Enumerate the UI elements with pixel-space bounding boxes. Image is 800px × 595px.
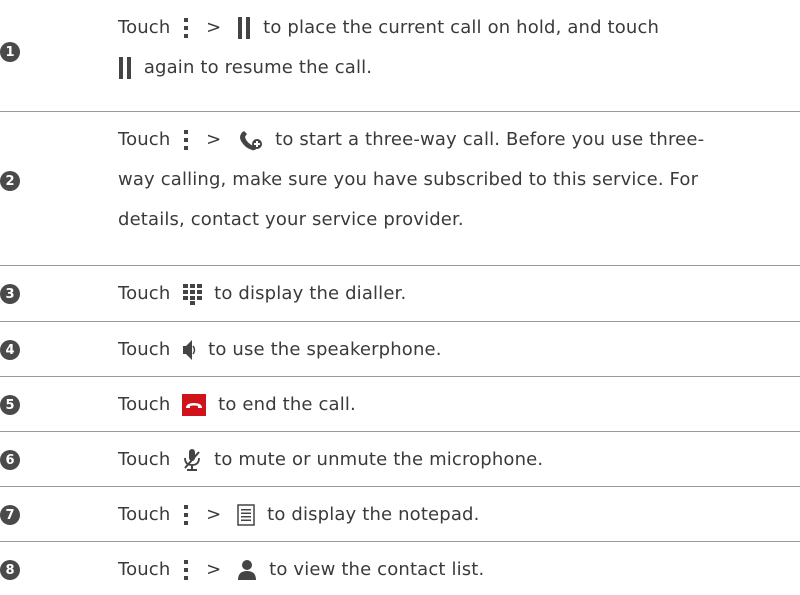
pause-hold-icon xyxy=(118,57,132,79)
row-text: Touch to mute or unmute the microphone. xyxy=(118,448,544,472)
row-text: Touch to display the dialler. xyxy=(118,283,407,305)
speaker-icon xyxy=(182,339,196,361)
dialpad-icon xyxy=(182,283,203,305)
row-number-badge: 7 xyxy=(0,505,20,525)
row-number-badge: 2 xyxy=(0,171,20,191)
table-row: 2 Touch > to start a three-way call. Bef… xyxy=(0,112,800,266)
row-text: Touch > to start a three-way call. Befor… xyxy=(118,128,705,230)
table-row: 3 Touch to display the dialler. xyxy=(0,266,800,322)
row-number-badge: 3 xyxy=(0,284,20,304)
add-call-icon xyxy=(237,128,263,152)
more-vertical-icon xyxy=(182,17,190,39)
contact-icon xyxy=(237,559,257,581)
row-text: Touch to use the speakerphone. xyxy=(118,339,442,361)
row-number-badge: 8 xyxy=(0,560,20,580)
table-row: 1 Touch > to place the current call on h… xyxy=(0,0,800,112)
row-text: Touch > to view the contact list. xyxy=(118,559,485,581)
row-text: Touch > to place the current call on hol… xyxy=(118,17,660,79)
row-text: Touch > to display the notepad. xyxy=(118,504,480,526)
table-row: 6 Touch to mute or unmute the microphone… xyxy=(0,432,800,487)
table-row: 7 Touch > to display the notepad. xyxy=(0,487,800,542)
table-row: 5 Touch to end the call. xyxy=(0,377,800,432)
more-vertical-icon xyxy=(182,559,190,581)
mic-mute-icon xyxy=(182,448,202,472)
more-vertical-icon xyxy=(182,129,190,151)
row-number-badge: 6 xyxy=(0,450,20,470)
row-text: Touch to end the call. xyxy=(118,394,356,416)
row-number-badge: 5 xyxy=(0,395,20,415)
row-number-badge: 1 xyxy=(0,42,20,62)
end-call-icon xyxy=(182,394,207,416)
table-row: 4 Touch to use the speakerphone. xyxy=(0,322,800,377)
table-row: 8 Touch > to view the contact list. xyxy=(0,542,800,595)
more-vertical-icon xyxy=(182,504,190,526)
row-number-badge: 4 xyxy=(0,340,20,360)
notepad-icon xyxy=(237,504,256,526)
pause-hold-icon xyxy=(237,17,251,39)
